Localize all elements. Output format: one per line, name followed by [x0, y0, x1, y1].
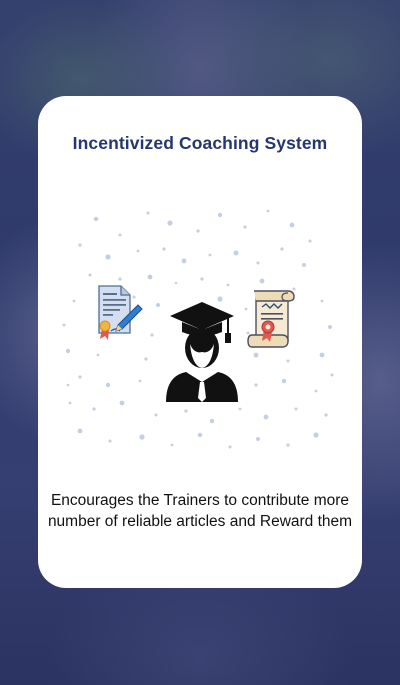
card-description: Encourages the Trainers to contribute mo…	[47, 492, 353, 530]
graduate-icon	[166, 302, 238, 402]
card-title: Incentivized Coaching System	[72, 133, 328, 153]
coaching-illustration	[62, 209, 334, 449]
certificate-scroll-icon	[247, 290, 295, 348]
document-pen-icon	[98, 285, 143, 340]
